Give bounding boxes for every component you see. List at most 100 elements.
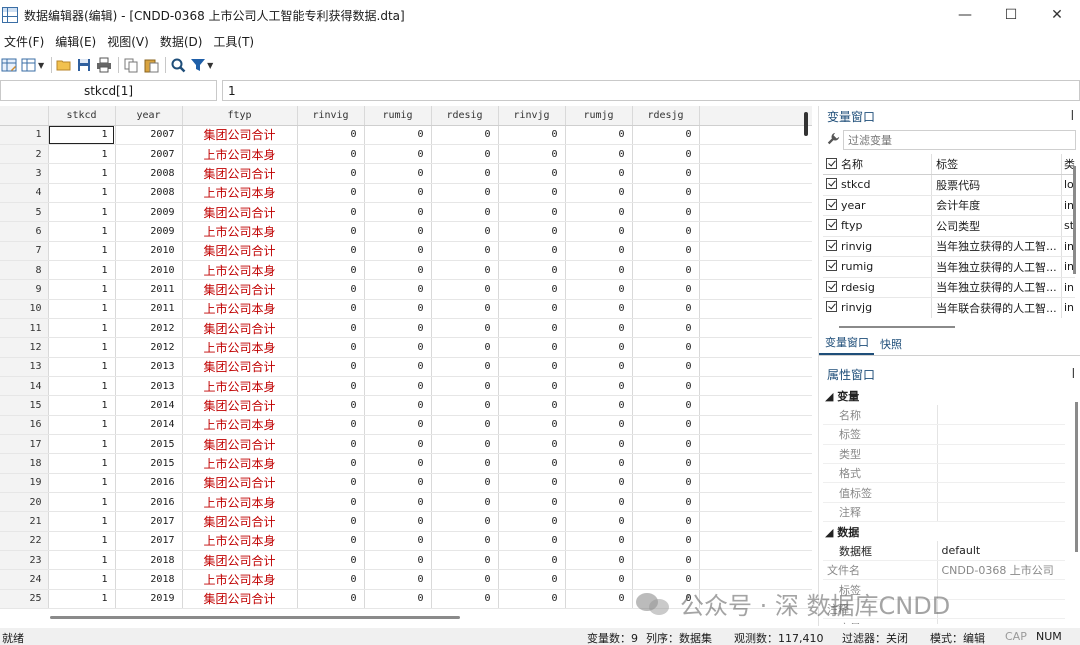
table-cell[interactable]: 1 bbox=[48, 144, 116, 165]
table-cell[interactable]: 0 bbox=[632, 376, 700, 397]
table-cell[interactable]: 0 bbox=[431, 550, 499, 571]
property-value[interactable]: 9 bbox=[937, 618, 1065, 624]
print-icon[interactable] bbox=[95, 56, 113, 74]
row-number[interactable]: 13 bbox=[0, 357, 49, 378]
variable-type[interactable]: in bbox=[1061, 277, 1075, 298]
table-cell[interactable]: 0 bbox=[431, 299, 499, 320]
table-cell[interactable]: 0 bbox=[431, 531, 499, 552]
table-cell[interactable]: 0 bbox=[565, 183, 633, 204]
property-row[interactable]: 类型 bbox=[823, 444, 1065, 465]
table-cell[interactable]: 0 bbox=[498, 241, 566, 262]
table-cell[interactable]: 0 bbox=[498, 144, 566, 165]
table-cell[interactable]: 1 bbox=[48, 550, 116, 571]
table-cell[interactable]: 0 bbox=[364, 531, 432, 552]
table-cell[interactable]: 0 bbox=[297, 531, 365, 552]
table-cell[interactable]: 0 bbox=[498, 202, 566, 223]
table-cell[interactable]: 2011 bbox=[115, 299, 183, 320]
table-cell[interactable]: 0 bbox=[632, 221, 700, 242]
table-cell[interactable]: 0 bbox=[297, 473, 365, 494]
table-cell[interactable]: 0 bbox=[364, 589, 432, 610]
minimize-button[interactable]: — bbox=[942, 0, 988, 30]
row-number[interactable]: 19 bbox=[0, 473, 49, 494]
row-number[interactable]: 10 bbox=[0, 299, 49, 320]
table-cell[interactable]: 0 bbox=[364, 395, 432, 416]
table-cell[interactable]: 0 bbox=[364, 473, 432, 494]
table-cell[interactable]: 0 bbox=[632, 395, 700, 416]
table-cell[interactable]: 集团公司合计 bbox=[182, 473, 298, 494]
table-cell[interactable]: 0 bbox=[431, 395, 499, 416]
tab-variables-window[interactable]: 变量窗口 bbox=[819, 334, 874, 355]
save-icon[interactable] bbox=[75, 56, 93, 74]
table-cell[interactable]: 1 bbox=[48, 125, 116, 146]
table-cell[interactable]: 0 bbox=[297, 260, 365, 281]
table-cell[interactable]: 0 bbox=[364, 550, 432, 571]
table-cell[interactable]: 0 bbox=[364, 183, 432, 204]
table-cell[interactable]: 1 bbox=[48, 531, 116, 552]
menu-file[interactable]: 文件(F) bbox=[0, 33, 51, 50]
table-cell[interactable]: 2017 bbox=[115, 511, 183, 532]
table-cell[interactable]: 0 bbox=[297, 376, 365, 397]
row-number[interactable]: 2 bbox=[0, 144, 49, 165]
column-header[interactable]: ftyp bbox=[182, 106, 298, 126]
table-cell[interactable]: 0 bbox=[498, 279, 566, 300]
table-cell[interactable]: 0 bbox=[431, 318, 499, 339]
table-cell[interactable]: 0 bbox=[565, 569, 633, 590]
browse-dropdown-icon[interactable]: ▼ bbox=[38, 61, 44, 70]
property-row[interactable]: 注释 bbox=[823, 599, 1065, 620]
table-cell[interactable]: 0 bbox=[364, 511, 432, 532]
table-cell[interactable]: 0 bbox=[431, 125, 499, 146]
table-cell[interactable]: 0 bbox=[498, 183, 566, 204]
row-number[interactable]: 20 bbox=[0, 492, 49, 513]
variable-row[interactable]: rumig 当年独立获得的人工智... in bbox=[823, 256, 1075, 278]
menu-data[interactable]: 数据(D) bbox=[156, 33, 210, 50]
variable-checkbox[interactable] bbox=[826, 219, 837, 231]
table-cell[interactable]: 0 bbox=[364, 492, 432, 513]
variable-row[interactable]: stkcd 股票代码 lo bbox=[823, 174, 1075, 196]
table-cell[interactable]: 0 bbox=[565, 415, 633, 436]
table-cell[interactable]: 0 bbox=[498, 163, 566, 184]
table-cell[interactable]: 上市公司本身 bbox=[182, 569, 298, 590]
table-cell[interactable]: 0 bbox=[364, 376, 432, 397]
variables-label-header[interactable]: 标签 bbox=[931, 154, 1062, 175]
table-cell[interactable]: 0 bbox=[431, 453, 499, 474]
filter-variables-input[interactable] bbox=[843, 130, 1076, 150]
row-number[interactable]: 16 bbox=[0, 415, 49, 436]
table-cell[interactable]: 0 bbox=[364, 241, 432, 262]
row-number[interactable]: 21 bbox=[0, 511, 49, 532]
table-cell[interactable]: 0 bbox=[297, 434, 365, 455]
table-cell[interactable]: 0 bbox=[565, 279, 633, 300]
data-editor-icon[interactable] bbox=[0, 56, 18, 74]
table-cell[interactable]: 集团公司合计 bbox=[182, 434, 298, 455]
variable-row[interactable]: rinvig 当年独立获得的人工智... in bbox=[823, 236, 1075, 257]
table-cell[interactable]: 上市公司本身 bbox=[182, 415, 298, 436]
variable-label[interactable]: 会计年度 bbox=[931, 195, 1062, 216]
table-cell[interactable]: 0 bbox=[297, 492, 365, 513]
table-cell[interactable]: 1 bbox=[48, 337, 116, 358]
table-cell[interactable]: 0 bbox=[364, 260, 432, 281]
table-cell[interactable]: 0 bbox=[632, 144, 700, 165]
variable-checkbox[interactable] bbox=[826, 198, 837, 210]
variables-horizontal-scrollbar[interactable] bbox=[839, 326, 955, 328]
property-row[interactable]: 名称 bbox=[823, 405, 1065, 426]
table-cell[interactable]: 0 bbox=[632, 318, 700, 339]
property-value[interactable] bbox=[937, 444, 1065, 465]
table-cell[interactable]: 0 bbox=[632, 202, 700, 223]
table-cell[interactable]: 0 bbox=[364, 299, 432, 320]
table-cell[interactable]: 0 bbox=[297, 453, 365, 474]
table-cell[interactable]: 0 bbox=[565, 531, 633, 552]
table-cell[interactable]: 2009 bbox=[115, 221, 183, 242]
cell-reference-box[interactable]: stkcd[1] bbox=[0, 80, 217, 101]
table-cell[interactable]: 0 bbox=[632, 511, 700, 532]
table-cell[interactable]: 2018 bbox=[115, 550, 183, 571]
open-icon[interactable] bbox=[55, 56, 73, 74]
variable-checkbox[interactable] bbox=[826, 239, 837, 251]
menu-tools[interactable]: 工具(T) bbox=[209, 33, 261, 50]
variable-name[interactable]: rinvig bbox=[823, 236, 933, 257]
column-header[interactable]: rumig bbox=[364, 106, 432, 126]
row-number[interactable]: 14 bbox=[0, 376, 49, 397]
table-cell[interactable]: 0 bbox=[565, 395, 633, 416]
variable-label[interactable]: 当年联合获得的人工智... bbox=[931, 297, 1062, 318]
property-value[interactable]: default bbox=[937, 541, 1065, 562]
row-number[interactable]: 23 bbox=[0, 550, 49, 571]
property-value[interactable] bbox=[937, 405, 1065, 426]
